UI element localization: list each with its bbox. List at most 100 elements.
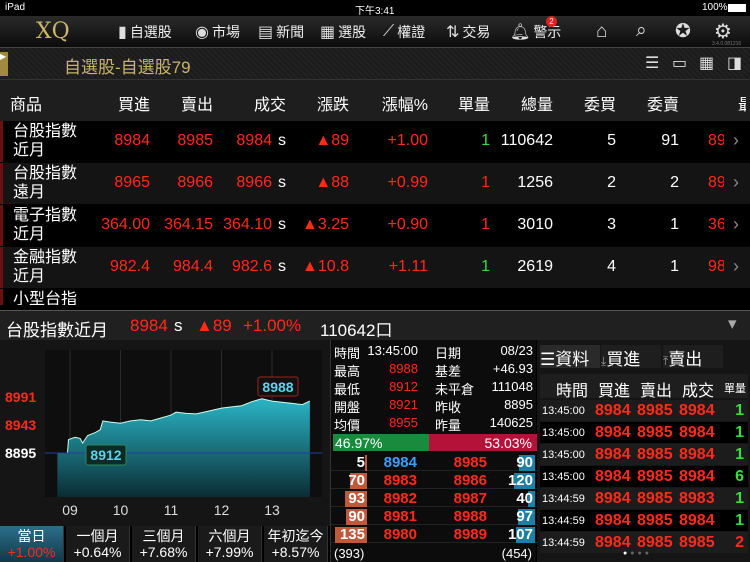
cell-last: 8966 <box>236 174 272 191</box>
battery-icon <box>728 4 746 12</box>
table-row[interactable]: 台股指數遠月 8965 8966 8966 ▲88 +0.99 1 1256 2 2 s 89 › <box>0 163 750 204</box>
cell-total: 1256 <box>517 174 553 191</box>
ask-price: 8987 <box>453 490 487 507</box>
home-icon[interactable]: ⌂ <box>596 21 607 43</box>
nav-news[interactable]: ▤ 新聞 <box>258 16 304 48</box>
info-value: +46.93 <box>492 361 533 376</box>
period-tab[interactable]: 一個月 +0.64% <box>66 526 130 562</box>
orderbook-row[interactable]: 5 8984 8985 90 <box>331 454 537 471</box>
col-change[interactable]: 漲跌 <box>317 91 349 115</box>
grid-view-icon[interactable]: ▦ <box>699 53 714 73</box>
bid-total: (393) <box>334 546 365 561</box>
orderbook-row[interactable]: 135 8980 8989 107 <box>331 526 537 543</box>
cell-last: 8984 <box>236 132 272 149</box>
top-nav: XQ ▮ 自選股 ◉ 市場 ▤ 新聞 ▦ 選股 ⟋ 權證 ⇅ 交易 🔔︎ 警示 2 ⌂ ⌕ ✪… <box>0 16 750 48</box>
detail-view-icon[interactable]: ◨ <box>727 53 742 73</box>
product-name: 電子指數 近月 <box>13 207 78 243</box>
cell-ask: 364.15 <box>164 216 213 233</box>
chevron-right-icon[interactable]: › <box>733 214 739 235</box>
col-bidqty[interactable]: 委買 <box>584 91 616 115</box>
ask-qty: 120 <box>507 472 533 489</box>
cell-bq: 2 <box>607 174 616 191</box>
tick-ask: 8985 <box>637 446 673 463</box>
nav-screener[interactable]: ▦ 選股 <box>320 16 366 48</box>
chevron-right-icon[interactable]: › <box>733 130 739 151</box>
buy-ratio: 46.97% <box>335 435 383 451</box>
cell-chg: ▲88 <box>315 174 349 191</box>
sell-ratio: 53.03% <box>484 435 532 451</box>
ask-qty: 97 <box>516 508 533 525</box>
period-change: +7.99% <box>205 544 254 560</box>
cell-pct: +0.90 <box>387 216 428 233</box>
period-change: +7.68% <box>139 544 188 560</box>
nav-watchlist[interactable]: ▮ 自選股 <box>118 16 172 48</box>
col-ask[interactable]: 賣出 <box>181 91 213 115</box>
period-tab[interactable]: 六個月 +7.99% <box>198 526 262 562</box>
col-product[interactable]: 商品 <box>10 91 42 115</box>
col-more[interactable]: 最 <box>738 91 746 115</box>
col-last[interactable]: 成交 <box>254 91 286 115</box>
nav-market[interactable]: ◉ 市場 <box>195 16 240 48</box>
cell-aq: 1 <box>670 216 679 233</box>
detail-change: ▲89 <box>196 316 232 335</box>
tick-time: 13:44:59 <box>542 515 585 527</box>
tab-buy[interactable]: ⤓買進 <box>601 345 661 369</box>
bid-qty: 90 <box>348 508 365 525</box>
cell-suffix: s <box>278 132 286 149</box>
nav-trade[interactable]: ⇅ 交易 <box>446 16 490 48</box>
cell-vol: 1 <box>481 258 490 275</box>
bid-price: 8982 <box>383 490 417 507</box>
info-label: 基差 <box>435 364 462 379</box>
info-value: 8895 <box>504 397 533 412</box>
ask-price: 8985 <box>453 454 487 471</box>
period-tab[interactable]: 當日 +1.00% <box>0 526 64 562</box>
cell-suffix: s <box>278 258 286 275</box>
tick-time: 13:45:00 <box>542 427 585 439</box>
nav-label: 選股 <box>338 24 367 40</box>
col-askqty[interactable]: 委賣 <box>647 91 679 115</box>
ask-qty: 40 <box>516 490 533 507</box>
cell-pct: +1.11 <box>388 258 428 275</box>
col-bid[interactable]: 買進 <box>118 91 150 115</box>
period-tab[interactable]: 年初迄今 +8.57% <box>264 526 328 562</box>
period-tab[interactable]: 三個月 +7.68% <box>132 526 196 562</box>
line-chart-icon: ⟋ <box>383 23 395 40</box>
collapse-icon[interactable]: ▾ <box>728 314 737 334</box>
search-icon[interactable]: ⌕ <box>636 20 647 42</box>
chevron-right-icon[interactable]: › <box>733 256 739 277</box>
ticks-header: 時間 買進 賣出 成交 單量 <box>540 374 748 400</box>
table-row[interactable]: 電子指數 近月 364.00 364.15 364.10 ▲3.25 +0.90 1 3010 3… <box>0 205 750 246</box>
orderbook-row[interactable]: 70 8983 8986 120 <box>331 472 537 489</box>
orderbook-row[interactable]: 93 8982 8987 40 <box>331 490 537 507</box>
col-total[interactable]: 總量 <box>521 91 553 115</box>
orderbook-row[interactable]: 90 8981 8988 97 <box>331 508 537 525</box>
tools-icon[interactable]: ✪ <box>675 20 691 43</box>
tick-bid: 8984 <box>595 424 631 441</box>
nav-alerts[interactable]: 🔔︎ 警示 2 <box>510 16 561 48</box>
col-vol[interactable]: 單量 <box>458 91 490 115</box>
split-view-icon[interactable]: ▭ <box>672 53 687 73</box>
drawer-handle[interactable]: ▶ <box>0 52 8 76</box>
chevron-right-icon[interactable]: › <box>733 172 739 193</box>
tab-info[interactable]: ☰資料 <box>540 345 600 369</box>
page-dots[interactable]: ●●●● <box>623 550 652 557</box>
watchlist-title[interactable]: 自選股-自選股79 <box>64 53 191 78</box>
table-row[interactable]: 小型台指 <box>0 289 750 305</box>
table-row[interactable]: 台股指數近月 8984 8985 8984 ▲89 +1.00 1 110642 5 91 s 89 › <box>0 121 750 162</box>
list-view-icon[interactable]: ☰ <box>645 53 659 73</box>
cell-bid: 8965 <box>114 174 150 191</box>
nav-label: 新聞 <box>276 24 305 40</box>
cell-ask: 8985 <box>177 132 213 149</box>
x-tick-label: 13 <box>264 502 280 518</box>
tick-bid: 8984 <box>595 446 631 463</box>
tab-sell[interactable]: ⤒賣出 <box>663 345 723 369</box>
cell-aq: 1 <box>670 258 679 275</box>
col-pct[interactable]: 漲幅% <box>382 91 428 115</box>
cell-last: 364.10 <box>223 216 272 233</box>
table-row[interactable]: 金融指數 近月 982.4 984.4 982.6 ▲10.8 +1.11 1 2619 4 1 s 9… <box>0 247 750 288</box>
th-bid: 買進 <box>598 383 631 400</box>
cell-bq: 5 <box>607 132 616 149</box>
x-tick-label: 10 <box>113 502 129 518</box>
tick-bid: 8984 <box>595 402 631 419</box>
nav-warrants[interactable]: ⟋ 權證 <box>383 16 425 48</box>
